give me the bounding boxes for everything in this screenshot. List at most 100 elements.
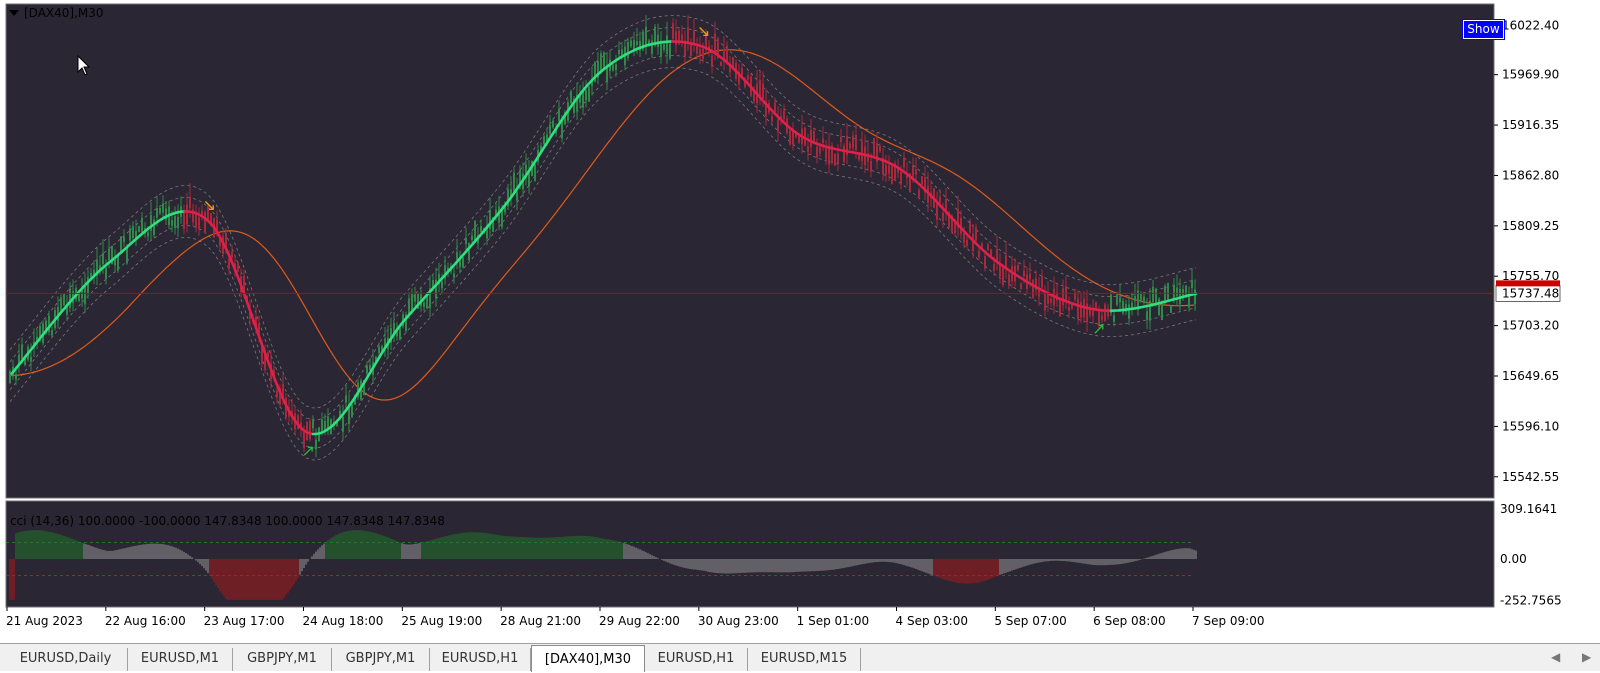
- bull-candle: [441, 281, 443, 289]
- bear-candle: [1092, 310, 1094, 317]
- bull-candle: [462, 257, 464, 268]
- bear-candle: [1017, 264, 1019, 271]
- bear-candle: [1020, 283, 1022, 289]
- chart-tab[interactable]: EURUSD,H1: [430, 648, 531, 671]
- triangle-down-icon[interactable]: [9, 10, 19, 16]
- time-axis-label: 1 Sep 01:00: [797, 614, 869, 628]
- bull-candle: [456, 252, 458, 260]
- bear-candle: [189, 196, 191, 208]
- chart-tab[interactable]: GBPJPY,M1: [233, 648, 332, 671]
- bear-candle: [942, 212, 944, 221]
- bull-candle: [351, 404, 353, 418]
- bull-candle: [177, 216, 179, 229]
- bull-candle: [549, 124, 551, 135]
- bull-candle: [105, 267, 107, 279]
- bear-candle: [885, 165, 887, 175]
- time-axis-label: 6 Sep 08:00: [1093, 614, 1165, 628]
- bull-candle: [162, 203, 164, 213]
- bull-candle: [315, 439, 317, 450]
- bull-candle: [102, 253, 104, 265]
- bull-candle: [1116, 294, 1118, 305]
- bull-candle: [636, 41, 638, 46]
- bull-candle: [1149, 300, 1151, 321]
- bull-candle: [414, 293, 416, 302]
- bull-candle: [147, 232, 149, 237]
- bull-candle: [156, 207, 158, 218]
- bear-candle: [1062, 288, 1064, 306]
- bull-candle: [324, 420, 326, 430]
- bear-candle: [879, 145, 881, 152]
- bull-candle: [171, 219, 173, 226]
- time-axis-label: 21 Aug 2023: [6, 614, 83, 628]
- bear-candle: [891, 165, 893, 184]
- bull-candle: [585, 90, 587, 101]
- bear-candle: [1032, 279, 1034, 299]
- bull-candle: [423, 302, 425, 307]
- bull-candle: [69, 288, 71, 308]
- bear-candle: [183, 212, 185, 229]
- time-axis-label: 25 Aug 19:00: [401, 614, 482, 628]
- bull-candle: [615, 64, 617, 71]
- bull-candle: [516, 191, 518, 201]
- scroll-right-icon[interactable]: ▶: [1582, 650, 1591, 664]
- bear-candle: [1077, 298, 1079, 319]
- cci-axis-label: 0.00: [1500, 552, 1527, 566]
- chart-tab[interactable]: EURUSD,M1: [128, 648, 233, 671]
- bull-candle: [669, 43, 671, 59]
- bear-candle: [807, 146, 809, 152]
- bull-candle: [1170, 305, 1172, 313]
- bull-candle: [1167, 283, 1169, 300]
- bear-candle: [954, 222, 956, 233]
- show-button[interactable]: Show: [1462, 19, 1505, 40]
- bear-candle: [921, 176, 923, 185]
- bull-candle: [657, 34, 659, 48]
- bull-candle: [465, 237, 467, 244]
- scroll-left-icon[interactable]: ◀: [1551, 650, 1560, 664]
- bear-candle: [918, 189, 920, 198]
- bear-candle: [903, 157, 905, 168]
- bear-candle: [813, 130, 815, 143]
- bear-candle: [777, 119, 779, 132]
- price-axis-label: 15916.35: [1502, 118, 1559, 132]
- chart-window[interactable]: ↘ ↗ ↘ ↗ 16022.40 15969.90 15916.35 15862.80 1580…: [0, 0, 1600, 643]
- bull-candle: [645, 26, 647, 47]
- bull-candle: [453, 273, 455, 278]
- sell-signal-arrow: ↘: [697, 21, 710, 40]
- bull-candle: [321, 419, 323, 431]
- bull-candle: [159, 208, 161, 214]
- bear-candle: [840, 136, 842, 142]
- bull-candle: [558, 108, 560, 121]
- bear-candle: [687, 27, 689, 43]
- bear-candle: [198, 217, 200, 229]
- chart-tab[interactable]: EURUSD,H1: [645, 648, 748, 671]
- chart-tab[interactable]: EURUSD,M15: [748, 648, 861, 671]
- bull-candle: [1128, 304, 1130, 319]
- bull-candle: [543, 136, 545, 145]
- chart-symbol-title: [DAX40],M30: [24, 6, 104, 20]
- bull-candle: [81, 290, 83, 299]
- price-axis-label: 16022.40: [1502, 18, 1559, 32]
- bear-candle: [1095, 302, 1097, 309]
- bear-candle: [789, 130, 791, 145]
- bear-candle: [1002, 267, 1004, 285]
- bear-candle: [1008, 274, 1010, 286]
- bear-candle: [900, 171, 902, 185]
- chart-tab-active[interactable]: [DAX40],M30: [531, 645, 645, 672]
- bull-candle: [1158, 298, 1160, 316]
- price-axis-label: 15649.65: [1502, 369, 1559, 383]
- bear-candle: [825, 147, 827, 160]
- bear-candle: [996, 249, 998, 262]
- bear-candle: [720, 61, 722, 66]
- bull-candle: [21, 344, 23, 359]
- bear-candle: [873, 138, 875, 156]
- chart-tab[interactable]: GBPJPY,M1: [332, 648, 430, 671]
- chart-tab[interactable]: EURUSD,Daily: [4, 648, 128, 671]
- price-chart[interactable]: ↘ ↗ ↘ ↗ 16022.40 15969.90 15916.35 15862.80 1580…: [0, 0, 1600, 643]
- bear-candle: [741, 67, 743, 76]
- bull-candle: [474, 220, 476, 241]
- bear-candle: [816, 146, 818, 158]
- bull-candle: [174, 215, 176, 228]
- price-axis-label: 15969.90: [1502, 68, 1559, 82]
- buy-signal-arrow: ↗: [1092, 319, 1105, 338]
- bull-candle: [1140, 294, 1142, 302]
